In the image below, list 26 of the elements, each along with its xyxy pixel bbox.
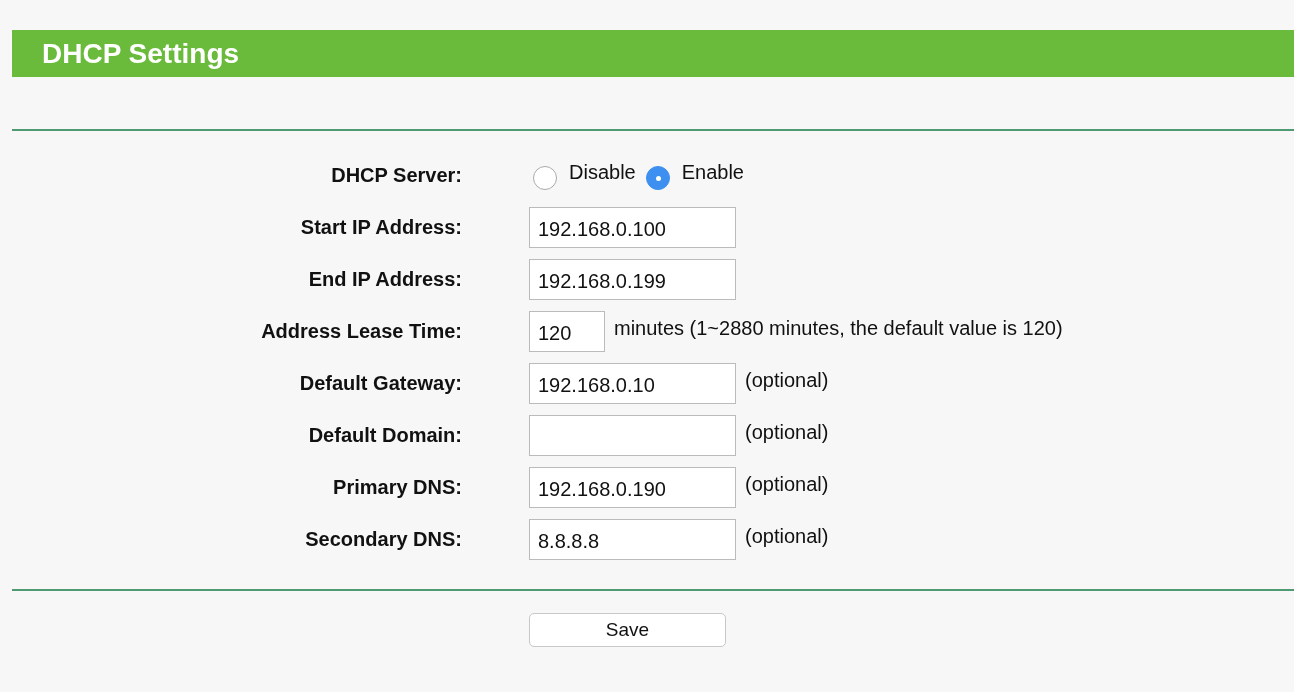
page-title: DHCP Settings <box>42 37 240 70</box>
input-field[interactable]: 192.168.0.100 <box>529 206 736 248</box>
field-label: Default Gateway: <box>298 371 462 395</box>
input-field[interactable]: 120 <box>529 310 605 352</box>
field-label: DHCP Server: <box>330 163 462 187</box>
field-hint: (optional) <box>745 524 829 548</box>
radio-button[interactable] <box>533 166 557 190</box>
field-label: End IP Address: <box>307 267 462 291</box>
field-label: Address Lease Time: <box>260 319 462 343</box>
field-label: Primary DNS: <box>332 475 462 499</box>
input-field[interactable]: 8.8.8.8 <box>529 518 736 560</box>
input-field[interactable] <box>529 414 736 456</box>
radio-button[interactable] <box>645 166 670 190</box>
input-field[interactable]: 192.168.0.190 <box>529 466 736 508</box>
input-field[interactable]: 192.168.0.199 <box>529 258 736 300</box>
field-hint: minutes (1~2880 minutes, the default value is 120) <box>614 316 1063 340</box>
field-hint: (optional) <box>745 368 829 392</box>
input-field[interactable]: 192.168.0.10 <box>529 362 736 404</box>
radio-label: Disable <box>569 160 636 184</box>
save-button[interactable]: Save <box>529 613 726 647</box>
field-hint: (optional) <box>745 472 829 496</box>
field-label: Secondary DNS: <box>304 527 462 551</box>
field-label: Start IP Address: <box>299 215 462 239</box>
field-label: Default Domain: <box>307 423 462 447</box>
radio-label: Enable <box>681 160 744 184</box>
field-hint: (optional) <box>745 420 829 444</box>
